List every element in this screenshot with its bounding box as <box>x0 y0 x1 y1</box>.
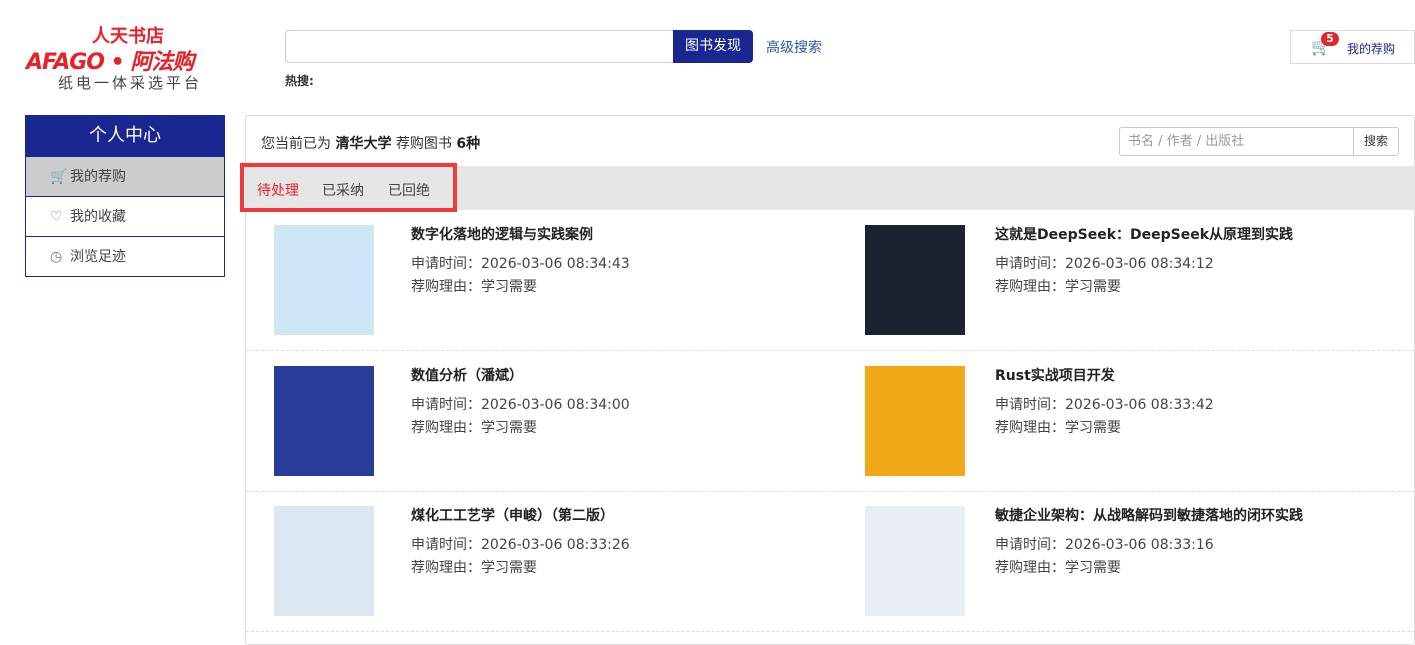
recommend-reason: 荐购理由：学习需要 <box>995 560 1121 576</box>
sidebar-item-my-recommend[interactable]: 🛒 我的荐购 <box>26 156 224 196</box>
book-cover[interactable] <box>865 225 965 335</box>
sidebar-item-label: 我的收藏 <box>70 209 126 225</box>
apply-time: 申请时间：2026-03-06 08:33:42 <box>995 397 1214 413</box>
sidebar-item-favorites[interactable]: ♡ 我的收藏 <box>26 196 224 236</box>
book-title[interactable]: 敏捷企业架构：从战略解码到敏捷落地的闭环实践 <box>995 505 1303 525</box>
book-cover[interactable] <box>865 366 965 476</box>
book-title[interactable]: Rust实战项目开发 <box>995 365 1115 385</box>
book-title[interactable]: 数字化落地的逻辑与实践案例 <box>411 224 593 244</box>
recommend-summary: 您当前已为 清华大学 荐购图书 6种 <box>261 136 481 152</box>
apply-time: 申请时间：2026-03-06 08:33:16 <box>995 537 1214 553</box>
book-filter-input[interactable]: 书名 / 作者 / 出版社 <box>1119 127 1354 156</box>
apply-time: 申请时间：2026-03-06 08:34:43 <box>411 256 630 272</box>
search-button[interactable]: 图书发现 <box>673 30 753 63</box>
recommend-reason: 荐购理由：学习需要 <box>411 279 537 295</box>
sidebar-item-label: 浏览足迹 <box>70 249 126 265</box>
sidebar-item-history[interactable]: ◷ 浏览足迹 <box>26 236 224 276</box>
apply-time: 申请时间：2026-03-06 08:33:26 <box>411 537 630 553</box>
apply-time: 申请时间：2026-03-06 08:34:12 <box>995 256 1214 272</box>
apply-time: 申请时间：2026-03-06 08:34:00 <box>411 397 630 413</box>
book-cover[interactable] <box>274 366 374 476</box>
recommend-reason: 荐购理由：学习需要 <box>995 279 1121 295</box>
filter-search-button[interactable]: 搜索 <box>1353 127 1399 156</box>
recommend-reason: 荐购理由：学习需要 <box>411 560 537 576</box>
book-cover[interactable] <box>274 506 374 616</box>
logo-line3: 纸电一体采选平台 <box>58 74 203 92</box>
book-title[interactable]: 煤化工工艺学（申峻）（第二版） <box>411 505 614 525</box>
book-cover[interactable] <box>274 225 374 335</box>
book-title[interactable]: 这就是DeepSeek：DeepSeek从原理到实践 <box>995 224 1293 244</box>
sidebar-title: 个人中心 <box>26 116 224 156</box>
heart-icon: ♡ <box>50 209 63 225</box>
cart-label: 我的荐购 <box>1347 42 1396 56</box>
highlight-box <box>240 163 457 212</box>
clock-icon: ◷ <box>50 249 63 265</box>
sidebar-item-label: 我的荐购 <box>70 169 126 185</box>
book-title[interactable]: 数值分析（潘斌） <box>411 365 523 385</box>
book-cover[interactable] <box>865 506 965 616</box>
recommend-reason: 荐购理由：学习需要 <box>411 420 537 436</box>
recommend-reason: 荐购理由：学习需要 <box>995 420 1121 436</box>
sidebar: 个人中心 🛒 我的荐购 ♡ 我的收藏 ◷ 浏览足迹 <box>25 115 225 277</box>
cart-count-badge: 5 <box>1321 32 1339 46</box>
hot-search-label: 热搜: <box>285 74 314 88</box>
search-input[interactable] <box>285 30 674 63</box>
advanced-search-link[interactable]: 高级搜索 <box>766 37 822 57</box>
my-recommend-cart-button[interactable]: 🛒 5 我的荐购 <box>1290 30 1415 64</box>
cart-icon: 🛒 <box>50 169 68 185</box>
